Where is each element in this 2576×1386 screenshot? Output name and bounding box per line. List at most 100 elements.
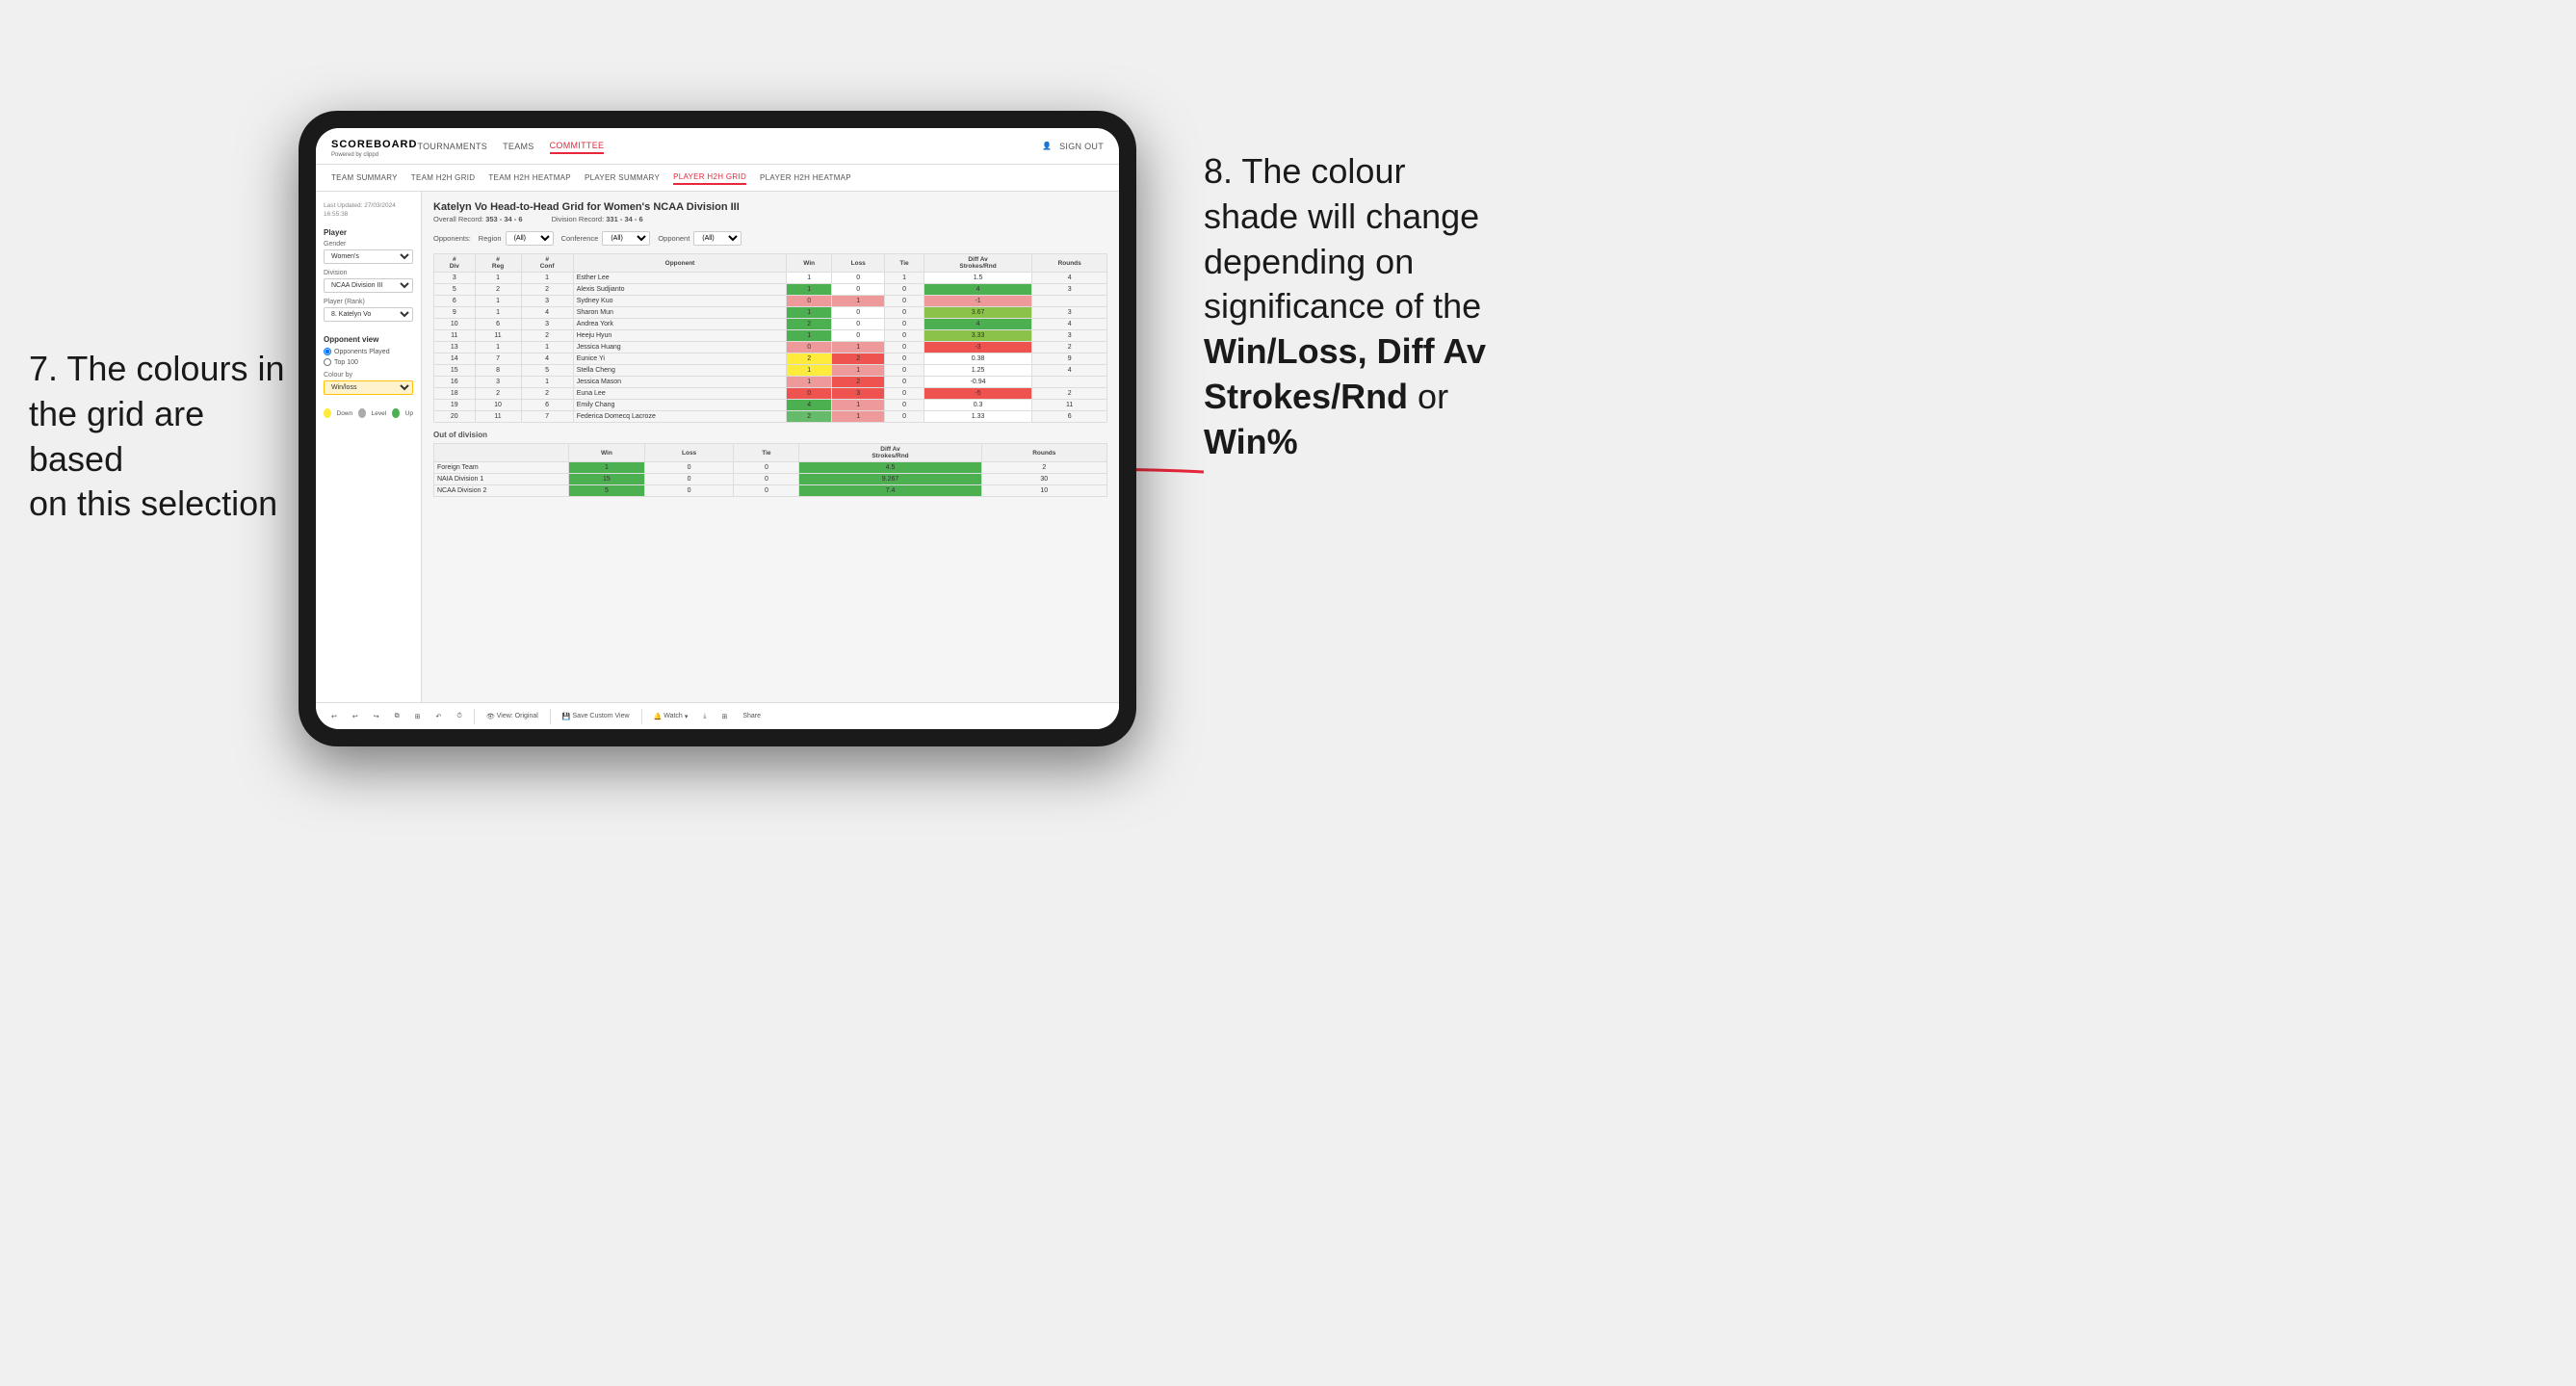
nav-tournaments[interactable]: TOURNAMENTS bbox=[417, 140, 487, 153]
nav-items: TOURNAMENTS TEAMS COMMITTEE bbox=[417, 139, 1042, 154]
top-100-option[interactable]: Top 100 bbox=[324, 358, 413, 366]
out-of-division-header: Out of division bbox=[433, 431, 1107, 439]
table-row: 5 2 2 Alexis Sudjianto 1 0 0 4 3 bbox=[434, 284, 1107, 296]
out-col-tie: Tie bbox=[734, 444, 799, 462]
cell-tie: 0 bbox=[885, 284, 924, 296]
out-cell-tie: 0 bbox=[734, 485, 799, 497]
gender-select[interactable]: Women's Men's bbox=[324, 249, 413, 264]
cell-conf: 1 bbox=[521, 342, 573, 353]
conference-filter-label: Conference bbox=[561, 234, 599, 243]
cell-conf: 5 bbox=[521, 365, 573, 377]
cell-conf: 1 bbox=[521, 377, 573, 388]
cell-opponent: Esther Lee bbox=[573, 273, 787, 284]
table-row: 9 1 4 Sharon Mun 1 0 0 3.67 3 bbox=[434, 307, 1107, 319]
cell-conf: 3 bbox=[521, 296, 573, 307]
down-dot bbox=[324, 408, 331, 418]
cell-loss: 2 bbox=[832, 377, 885, 388]
colour-legend: Down Level Up bbox=[324, 408, 413, 418]
divider-3 bbox=[641, 709, 642, 724]
subnav-team-summary[interactable]: TEAM SUMMARY bbox=[331, 171, 398, 184]
region-filter-select[interactable]: (All) bbox=[506, 231, 554, 246]
cell-diff: 1.25 bbox=[924, 365, 1032, 377]
col-reg: #Reg bbox=[475, 254, 521, 273]
copy-button[interactable]: ⧉ bbox=[391, 711, 403, 722]
cell-diff: 4 bbox=[924, 319, 1032, 330]
nav-committee[interactable]: COMMITTEE bbox=[550, 139, 605, 154]
opponent-filter-select[interactable]: (All) bbox=[693, 231, 742, 246]
colour-by-select[interactable]: Win/loss Diff Av Strokes/Rnd Win% bbox=[324, 380, 413, 395]
out-cell-rounds: 10 bbox=[981, 485, 1106, 497]
toolbar: ↩ ↩ ↪ ⧉ ⊞ ↶ ⏱ 👁 View: Original 💾 Save Cu… bbox=[316, 702, 1119, 729]
app-header: SCOREBOARD Powered by clippd TOURNAMENTS… bbox=[316, 128, 1119, 165]
out-cell-tie: 0 bbox=[734, 462, 799, 474]
undo-button[interactable]: ↩ bbox=[327, 711, 341, 722]
cell-win: 1 bbox=[787, 365, 832, 377]
cell-rounds bbox=[1032, 296, 1107, 307]
cell-win: 1 bbox=[787, 307, 832, 319]
cell-reg: 1 bbox=[475, 273, 521, 284]
cell-rounds: 3 bbox=[1032, 284, 1107, 296]
level-label: Level bbox=[372, 410, 387, 417]
cell-rounds: 2 bbox=[1032, 388, 1107, 400]
watch-button[interactable]: 🔔 Watch ▾ bbox=[650, 711, 692, 722]
cell-reg: 1 bbox=[475, 296, 521, 307]
cell-reg: 1 bbox=[475, 342, 521, 353]
division-label: Division bbox=[324, 270, 413, 276]
save-custom-view-button[interactable]: 💾 Save Custom View bbox=[559, 711, 634, 722]
out-col-diff: Diff AvStrokes/Rnd bbox=[799, 444, 981, 462]
cell-loss: 1 bbox=[832, 365, 885, 377]
cell-reg: 11 bbox=[475, 330, 521, 342]
main-content: Last Updated: 27/03/202416:55:38 Player … bbox=[316, 192, 1119, 702]
division-select[interactable]: NCAA Division III NCAA Division I NCAA D… bbox=[324, 278, 413, 293]
sidebar: Last Updated: 27/03/202416:55:38 Player … bbox=[316, 192, 422, 702]
nav-teams[interactable]: TEAMS bbox=[503, 140, 534, 153]
out-cell-label: Foreign Team bbox=[434, 462, 569, 474]
out-cell-loss: 0 bbox=[644, 485, 734, 497]
sign-out-link[interactable]: Sign out bbox=[1059, 140, 1104, 153]
sidebar-player-section: Player bbox=[324, 228, 413, 237]
cell-div: 13 bbox=[434, 342, 476, 353]
out-cell-diff: 9.267 bbox=[799, 474, 981, 485]
out-table-row: Foreign Team 1 0 0 4.5 2 bbox=[434, 462, 1107, 474]
clock-button[interactable]: ⏱ bbox=[453, 711, 465, 722]
tablet-screen: SCOREBOARD Powered by clippd TOURNAMENTS… bbox=[316, 128, 1119, 729]
region-filter-label: Region bbox=[479, 234, 502, 243]
sidebar-timestamp: Last Updated: 27/03/202416:55:38 bbox=[324, 201, 413, 219]
logo: SCOREBOARD Powered by clippd bbox=[331, 135, 417, 158]
view-original-button[interactable]: 👁 View: Original bbox=[482, 711, 542, 722]
cell-tie: 0 bbox=[885, 319, 924, 330]
out-table-row: NAIA Division 1 15 0 0 9.267 30 bbox=[434, 474, 1107, 485]
share-button[interactable]: Share bbox=[739, 711, 765, 721]
redo-right-button[interactable]: ↪ bbox=[370, 711, 383, 722]
subnav-player-h2h-heatmap[interactable]: PLAYER H2H HEATMAP bbox=[760, 171, 851, 184]
out-cell-loss: 0 bbox=[644, 474, 734, 485]
subnav-player-summary[interactable]: PLAYER SUMMARY bbox=[585, 171, 660, 184]
subnav-team-h2h-grid[interactable]: TEAM H2H GRID bbox=[411, 171, 476, 184]
rank-label: Player (Rank) bbox=[324, 299, 413, 305]
redo-left-button[interactable]: ↩ bbox=[349, 711, 362, 722]
undo2-button[interactable]: ↶ bbox=[432, 711, 446, 722]
cell-rounds: 9 bbox=[1032, 353, 1107, 365]
cell-div: 9 bbox=[434, 307, 476, 319]
cell-loss: 0 bbox=[832, 307, 885, 319]
subnav-team-h2h-heatmap[interactable]: TEAM H2H HEATMAP bbox=[488, 171, 571, 184]
grid-button[interactable]: ⊞ bbox=[717, 711, 731, 722]
subnav-player-h2h-grid[interactable]: PLAYER H2H GRID bbox=[673, 170, 746, 185]
export-button[interactable]: ⤓ bbox=[699, 711, 710, 722]
col-rounds: Rounds bbox=[1032, 254, 1107, 273]
cell-tie: 0 bbox=[885, 388, 924, 400]
cell-div: 6 bbox=[434, 296, 476, 307]
out-cell-diff: 7.4 bbox=[799, 485, 981, 497]
cell-win: 2 bbox=[787, 319, 832, 330]
cell-div: 16 bbox=[434, 377, 476, 388]
cell-win: 1 bbox=[787, 273, 832, 284]
paste-button[interactable]: ⊞ bbox=[411, 711, 425, 722]
rank-select[interactable]: 8. Katelyn Vo bbox=[324, 307, 413, 322]
conference-filter-select[interactable]: (All) bbox=[602, 231, 650, 246]
opponents-played-option[interactable]: Opponents Played bbox=[324, 348, 413, 355]
cell-loss: 0 bbox=[832, 330, 885, 342]
table-row: 10 6 3 Andrea York 2 0 0 4 4 bbox=[434, 319, 1107, 330]
cell-div: 20 bbox=[434, 411, 476, 423]
out-cell-win: 1 bbox=[569, 462, 645, 474]
grid-records: Overall Record: 353 - 34 - 6 Division Re… bbox=[433, 215, 1107, 223]
